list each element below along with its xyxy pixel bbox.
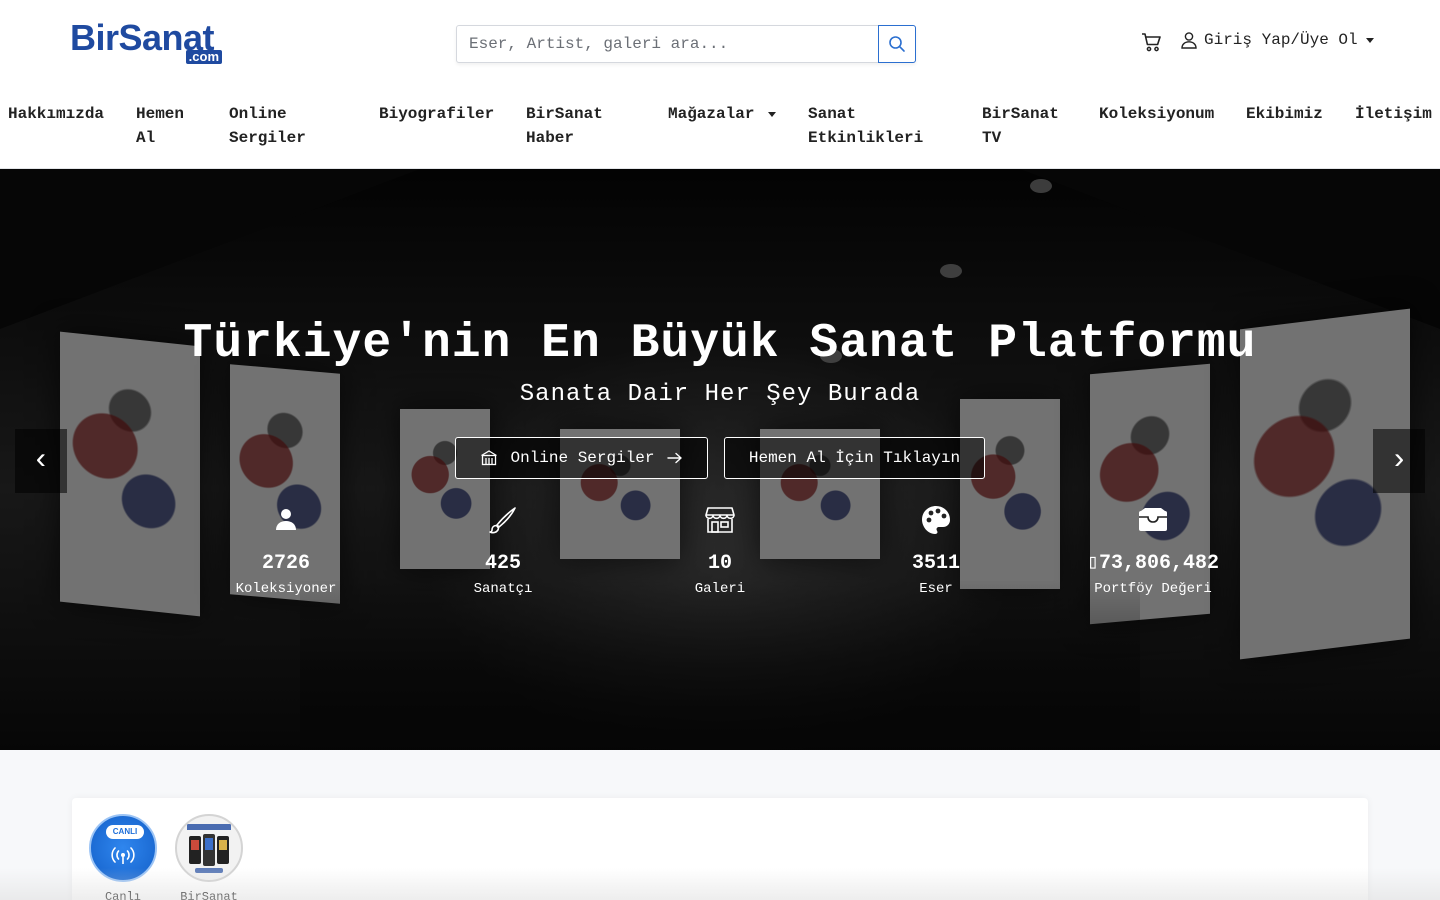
nav-item-tv[interactable]: BirSanat TV [982, 102, 1059, 150]
logo-tld: .com [185, 50, 222, 64]
story-live-avatar: CANLI [89, 814, 157, 882]
login-label: Giriş Yap/Üye Ol [1204, 31, 1358, 49]
nav-item-biographies[interactable]: Biyografiler [379, 102, 494, 126]
stat-galleries: 10 Galeri [620, 503, 820, 599]
top-bar: BirSanat .com Giriş Yap/Üye Ol [0, 0, 1440, 88]
story-caption: Canlı [104, 890, 141, 900]
story-birsanat-avatar [175, 814, 243, 882]
carousel-prev-button[interactable]: ‹ [15, 429, 67, 493]
buy-now-label: Hemen Al İçin Tıklayın [748, 449, 961, 467]
arrow-right-icon [666, 452, 682, 464]
nav-item-online-exhibitions[interactable]: Online Sergiler [229, 102, 306, 150]
cart-icon [1142, 33, 1161, 52]
online-exhibitions-button[interactable]: Online Sergiler [455, 437, 708, 479]
app-screens-thumbnail-icon [187, 824, 231, 873]
hero-carousel: Türkiye'nin En Büyük Sanat Platformu San… [0, 169, 1440, 750]
user-icon [1181, 32, 1197, 49]
palette-icon [922, 506, 950, 534]
search-icon [889, 36, 905, 52]
nav-item-contact[interactable]: İletişim [1355, 102, 1432, 126]
main-nav: Hakkımızda Hemen Al Online Sergiler Biyogr… [0, 88, 1440, 169]
nav-item-buy-now[interactable]: Hemen Al [136, 102, 184, 150]
stat-label: Galeri [694, 581, 746, 597]
stat-label: Eser [919, 581, 953, 597]
stat-portfolio-value: ▯73,806,482 Portföy Değeri [1053, 503, 1253, 599]
online-exhibitions-label: Online Sergiler [510, 449, 655, 467]
story-caption: BirSanat [180, 890, 238, 900]
story-birsanat[interactable]: BirSanat [174, 814, 244, 900]
nav-item-about[interactable]: Hakkımızda [8, 102, 104, 126]
story-live[interactable]: CANLI Canlı [88, 814, 158, 900]
store-icon [705, 507, 735, 533]
stat-label: Portföy Değeri [1094, 581, 1212, 597]
stat-label: Sanatçı [473, 581, 533, 597]
broadcast-icon [111, 847, 135, 864]
nav-item-stores[interactable]: Mağazalar [668, 102, 754, 126]
hero-subtitle: Sanata Dair Her Şey Burada [519, 381, 921, 408]
hero-title: Türkiye'nin En Büyük Sanat Platformu [183, 317, 1257, 371]
stat-value: 425 [484, 552, 521, 575]
stories-panel: CANLI Canlı BirSanat [72, 798, 1368, 900]
search-button[interactable] [878, 25, 916, 63]
search-box [456, 25, 916, 63]
stat-value: 3511 [911, 552, 960, 575]
stores-chevron-down-icon[interactable] [768, 112, 776, 117]
stat-value: ▯73,806,482 [1086, 552, 1220, 575]
gallery-icon [481, 450, 498, 466]
brush-icon [489, 507, 516, 534]
currency-glyph-icon: ▯ [1086, 552, 1099, 575]
nav-item-art-events[interactable]: Sanat Etkinlikleri [808, 102, 923, 150]
chevron-down-icon [1365, 37, 1374, 43]
login-menu[interactable]: Giriş Yap/Üye Ol [1180, 31, 1374, 49]
stat-value: 2726 [261, 552, 310, 575]
stat-collectors: 2726 Koleksiyoner [186, 503, 386, 599]
nav-item-my-collection[interactable]: Koleksiyonum [1099, 102, 1214, 126]
chevron-right-icon: › [1389, 444, 1408, 478]
live-badge: CANLI [106, 825, 144, 839]
search-input[interactable] [457, 26, 877, 62]
site-logo[interactable]: BirSanat .com [70, 20, 222, 66]
stat-artworks: 3511 Eser [836, 503, 1036, 599]
stat-value: 10 [707, 552, 732, 575]
nav-item-team[interactable]: Ekibimiz [1246, 102, 1323, 126]
user-icon [276, 509, 296, 530]
cart-button[interactable] [1140, 30, 1164, 54]
stat-artists: 425 Sanatçı [403, 503, 603, 599]
stat-label: Koleksiyoner [235, 581, 337, 597]
hero-overlay [0, 169, 1440, 750]
chevron-left-icon: ‹ [31, 444, 50, 478]
nav-item-news[interactable]: BirSanat Haber [526, 102, 603, 150]
wallet-icon [1139, 508, 1167, 531]
buy-now-button[interactable]: Hemen Al İçin Tıklayın [724, 437, 985, 479]
carousel-next-button[interactable]: › [1373, 429, 1425, 493]
